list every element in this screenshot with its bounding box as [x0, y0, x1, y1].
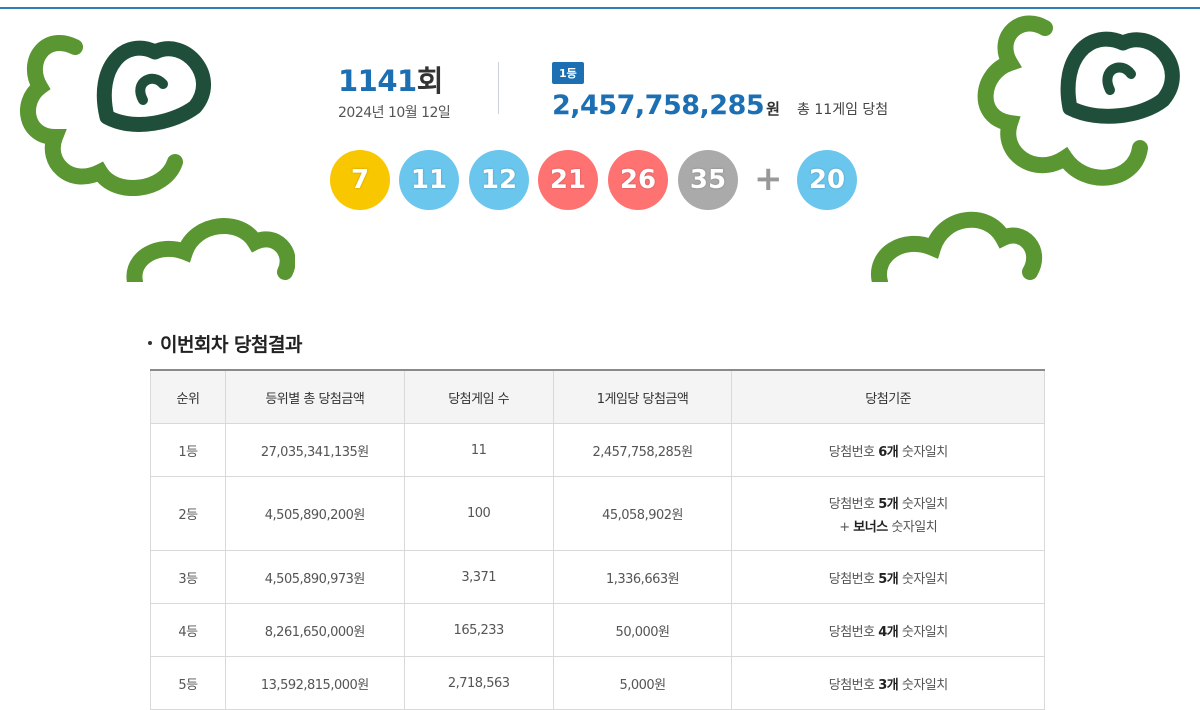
jackpot-line: 2,457,758,285 원 총 11게임 당첨 — [552, 90, 888, 121]
criteria-prefix: 당첨번호 — [828, 624, 879, 640]
criteria-cell: 당첨번호 5개 숫자일치 + 보너스 숫자일치 — [731, 476, 1045, 551]
criteria-suffix: 숫자일치 — [898, 624, 948, 640]
number-ball: 11 — [399, 150, 459, 210]
results-table: 순위 등위별 총 당첨금액 당첨게임 수 1게임당 당첨금액 당첨기준 1등 2… — [150, 369, 1045, 710]
bonus-ball: 20 — [797, 150, 857, 210]
criteria-cell: 당첨번호 6개 숫자일치 — [731, 423, 1045, 477]
table-row: 3등 4,505,890,973원 3,371 1,336,663원 당첨번호 … — [150, 550, 1045, 604]
criteria-cell: 당첨번호 3개 숫자일치 — [731, 656, 1045, 710]
rank-cell: 5등 — [150, 656, 226, 710]
criteria-count: 5개 — [878, 571, 899, 587]
header-divider — [498, 62, 499, 114]
criteria-prefix: 당첨번호 — [828, 677, 879, 693]
clover-right-bottom-icon — [871, 211, 1043, 282]
criteria-suffix: 숫자일치 — [898, 444, 948, 460]
draw-number: 1141회 — [338, 58, 450, 100]
per-game-cell: 2,457,758,285원 — [552, 423, 732, 477]
first-prize-badge: 1등 — [552, 62, 584, 84]
number-ball: 12 — [469, 150, 529, 210]
criteria-prefix: 당첨번호 — [828, 571, 879, 587]
criteria-count: 3개 — [878, 677, 899, 693]
games-cell: 2,718,563 — [403, 656, 554, 710]
total-amount-cell: 4,505,890,973원 — [224, 550, 405, 604]
criteria-bonus-line: + 보너스 숫자일치 — [733, 516, 1043, 535]
bullet-icon — [148, 340, 152, 345]
total-amount-cell: 4,505,890,200원 — [224, 476, 405, 551]
criteria-count: 5개 — [878, 496, 899, 512]
per-game-cell: 45,058,902원 — [552, 476, 732, 551]
winner-count: 총 11게임 당첨 — [797, 102, 889, 118]
draw-number-unit: 회 — [416, 64, 444, 98]
rank-cell: 2등 — [150, 476, 226, 551]
rank-cell: 1등 — [150, 423, 226, 477]
clover-left-icon — [20, 35, 211, 196]
total-amount-cell: 13,592,815,000원 — [224, 656, 405, 710]
jackpot-amount: 2,457,758,285 — [552, 90, 765, 121]
header-total-amount: 등위별 총 당첨금액 — [224, 369, 405, 424]
draw-number-value: 1141 — [338, 64, 417, 98]
criteria-cell: 당첨번호 4개 숫자일치 — [731, 603, 1045, 657]
number-ball: 35 — [678, 150, 738, 210]
criteria-bonus-prefix: + — [839, 519, 854, 535]
games-cell: 100 — [403, 476, 554, 551]
games-cell: 11 — [403, 423, 554, 477]
table-header-row: 순위 등위별 총 당첨금액 당첨게임 수 1게임당 당첨금액 당첨기준 — [150, 369, 1045, 424]
criteria-prefix: 당첨번호 — [828, 444, 879, 460]
clover-left-bottom-icon — [126, 218, 295, 282]
section-title-text: 이번회차 당첨결과 — [160, 334, 302, 356]
number-ball: 21 — [538, 150, 598, 210]
table-row: 1등 27,035,341,135원 11 2,457,758,285원 당첨번… — [150, 423, 1045, 477]
criteria-suffix: 숫자일치 — [898, 677, 948, 693]
criteria-bonus-label: 보너스 — [853, 519, 888, 535]
rank-cell: 3등 — [150, 550, 226, 604]
section-title: 이번회차 당첨결과 — [148, 330, 302, 357]
number-ball: 26 — [608, 150, 668, 210]
rank-cell: 4등 — [150, 603, 226, 657]
clover-right-icon — [977, 15, 1180, 186]
per-game-cell: 50,000원 — [552, 603, 732, 657]
criteria-suffix: 숫자일치 — [898, 496, 948, 512]
criteria-suffix: 숫자일치 — [898, 571, 948, 587]
table-row: 4등 8,261,650,000원 165,233 50,000원 당첨번호 4… — [150, 603, 1045, 657]
per-game-cell: 5,000원 — [552, 656, 732, 710]
header-winning-games: 당첨게임 수 — [403, 369, 554, 424]
games-cell: 3,371 — [403, 550, 554, 604]
header-criteria: 당첨기준 — [731, 369, 1045, 424]
header-per-game-amount: 1게임당 당첨금액 — [552, 369, 732, 424]
criteria-count: 4개 — [878, 624, 899, 640]
plus-icon: + — [754, 159, 783, 199]
criteria-count: 6개 — [878, 444, 899, 460]
draw-date: 2024년 10월 12일 — [338, 105, 451, 121]
table-row: 5등 13,592,815,000원 2,718,563 5,000원 당첨번호… — [150, 656, 1045, 710]
per-game-cell: 1,336,663원 — [552, 550, 732, 604]
criteria-cell: 당첨번호 5개 숫자일치 — [731, 550, 1045, 604]
games-cell: 165,233 — [403, 603, 554, 657]
total-amount-cell: 27,035,341,135원 — [224, 423, 405, 477]
criteria-bonus-suffix: 숫자일치 — [887, 519, 938, 535]
total-amount-cell: 8,261,650,000원 — [224, 603, 405, 657]
criteria-prefix: 당첨번호 — [828, 496, 879, 512]
header-rank: 순위 — [150, 369, 226, 424]
number-ball: 7 — [330, 150, 390, 210]
jackpot-currency: 원 — [766, 100, 780, 118]
table-row: 2등 4,505,890,200원 100 45,058,902원 당첨번호 5… — [150, 476, 1045, 551]
first-prize-box: 1등 2,457,758,285 원 총 11게임 당첨 — [552, 62, 888, 121]
draw-info: 1141회 2024년 10월 12일 — [338, 58, 451, 122]
